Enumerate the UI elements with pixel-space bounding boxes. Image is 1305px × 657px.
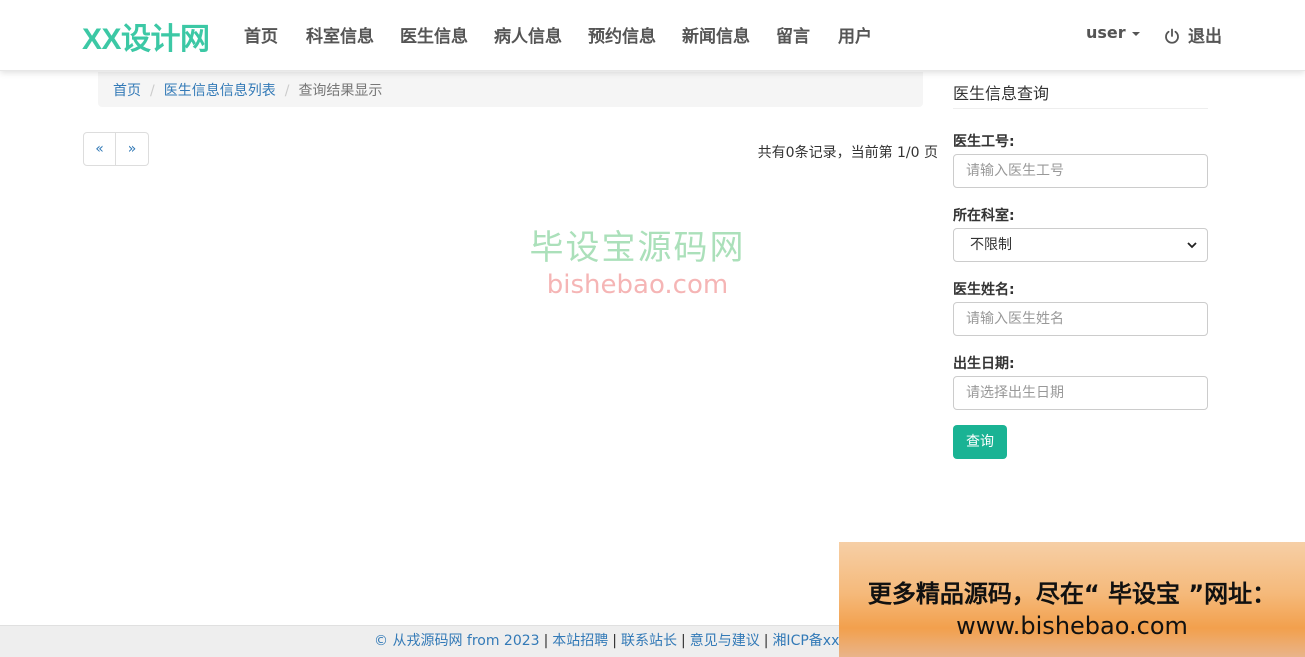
- doctor-id-input[interactable]: 请输入医生工号: [953, 154, 1208, 188]
- footer-link-recruit[interactable]: 本站招聘: [552, 633, 608, 649]
- prev-page-button[interactable]: «: [83, 132, 116, 166]
- birth-date-label: 出生日期:: [953, 356, 1015, 372]
- ad-banner-url: www.bishebao.com: [956, 612, 1188, 640]
- breadcrumb-current: 查询结果显示: [298, 83, 383, 99]
- nav-item-user[interactable]: 用户: [838, 22, 872, 47]
- record-count-info: 共有0条记录，当前第 1/0 页: [757, 145, 938, 161]
- next-page-button[interactable]: »: [116, 132, 149, 166]
- breadcrumb-separator: /: [150, 83, 155, 99]
- chevron-down-icon: [1187, 242, 1197, 249]
- user-dropdown[interactable]: user: [1086, 23, 1140, 42]
- breadcrumb: 首页 / 医生信息信息列表 / 查询结果显示: [98, 72, 923, 107]
- nav-item-home[interactable]: 首页: [244, 22, 278, 47]
- birth-date-input[interactable]: 请选择出生日期: [953, 376, 1208, 410]
- department-select[interactable]: 不限制: [953, 228, 1208, 262]
- breadcrumb-list-link[interactable]: 医生信息信息列表: [164, 83, 276, 99]
- search-panel-title: 医生信息查询: [953, 80, 1208, 109]
- footer-divider: |: [681, 633, 686, 649]
- user-dropdown-label: user: [1086, 23, 1126, 42]
- nav-item-news[interactable]: 新闻信息: [682, 22, 750, 47]
- watermark-en: bishebao.com: [546, 270, 729, 300]
- ad-banner[interactable]: 更多精品源码，尽在“ 毕设宝 ”网址： www.bishebao.com: [839, 542, 1305, 657]
- footer-link-feedback[interactable]: 意见与建议: [690, 633, 760, 649]
- doctor-name-input[interactable]: 请输入医生姓名: [953, 302, 1208, 336]
- caret-down-icon: [1131, 31, 1140, 36]
- department-label: 所在科室:: [953, 208, 1015, 224]
- nav-item-department[interactable]: 科室信息: [306, 22, 374, 47]
- top-navbar: XX设计网 首页 科室信息 医生信息 病人信息 预约信息 新闻信息 留言 用户 …: [0, 0, 1305, 71]
- nav-item-doctor[interactable]: 医生信息: [400, 22, 468, 47]
- search-button[interactable]: 查询: [953, 425, 1007, 459]
- logout-link[interactable]: 退出: [1164, 22, 1222, 47]
- department-select-value: 不限制: [970, 237, 1012, 253]
- nav-item-appointment[interactable]: 预约信息: [588, 22, 656, 47]
- doctor-search-panel: 医生信息查询 医生工号: 请输入医生工号 所在科室: 不限制 医生姓名: 请输入…: [953, 80, 1208, 459]
- footer-divider: |: [543, 633, 549, 649]
- nav-item-message[interactable]: 留言: [776, 22, 810, 47]
- logout-label: 退出: [1188, 27, 1222, 47]
- footer-link-contact[interactable]: 联系站长: [621, 633, 677, 649]
- footer-copyright-link[interactable]: © 从戎源码网 from 2023: [374, 633, 540, 649]
- footer-divider: |: [612, 633, 617, 649]
- power-icon: [1165, 28, 1179, 44]
- footer-divider: |: [763, 633, 769, 649]
- doctor-name-label: 医生姓名:: [953, 282, 1015, 298]
- nav-item-patient[interactable]: 病人信息: [494, 22, 562, 47]
- brand-logo[interactable]: XX设计网: [82, 14, 210, 58]
- breadcrumb-separator: /: [284, 83, 290, 99]
- breadcrumb-home-link[interactable]: 首页: [113, 83, 141, 99]
- doctor-id-label: 医生工号:: [953, 134, 1015, 150]
- ad-banner-line1: 更多精品源码，尽在“ 毕设宝 ”网址：: [867, 580, 1277, 608]
- pagination: « »: [83, 132, 149, 166]
